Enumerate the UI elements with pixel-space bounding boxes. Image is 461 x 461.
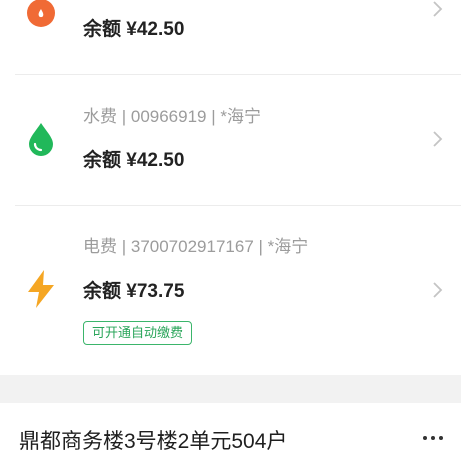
- water-drop-icon: [22, 120, 60, 158]
- chevron-right-icon: [433, 1, 443, 17]
- bill-subtitle: 电费 | 3700702917167 | *海宁: [83, 237, 309, 256]
- lightning-icon: [22, 270, 60, 308]
- flame-icon: [22, 0, 60, 32]
- bill-balance: 余额 ¥73.75: [83, 281, 185, 302]
- auto-pay-badge[interactable]: 可开通自动缴费: [83, 321, 193, 345]
- bill-balance: 余额 ¥42.50: [83, 19, 185, 40]
- section-gap: [0, 375, 461, 403]
- chevron-right-icon: [433, 282, 443, 298]
- chevron-right-icon: [433, 131, 443, 147]
- more-icon[interactable]: [421, 428, 445, 448]
- bill-subtitle: 水费 | 00966919 | *海宁: [83, 107, 261, 126]
- bill-item-electric[interactable]: 电费 | 3700702917167 | *海宁 余额 ¥73.75: [0, 206, 461, 375]
- bill-item-gas[interactable]: 余额 ¥42.50: [0, 0, 461, 74]
- bill-item-water[interactable]: 水费 | 00966919 | *海宁 余额 ¥42.50: [0, 75, 461, 205]
- bill-balance: 余额 ¥42.50: [83, 150, 185, 171]
- address-title: 鼎都商务楼3号楼2单元504户: [19, 430, 288, 453]
